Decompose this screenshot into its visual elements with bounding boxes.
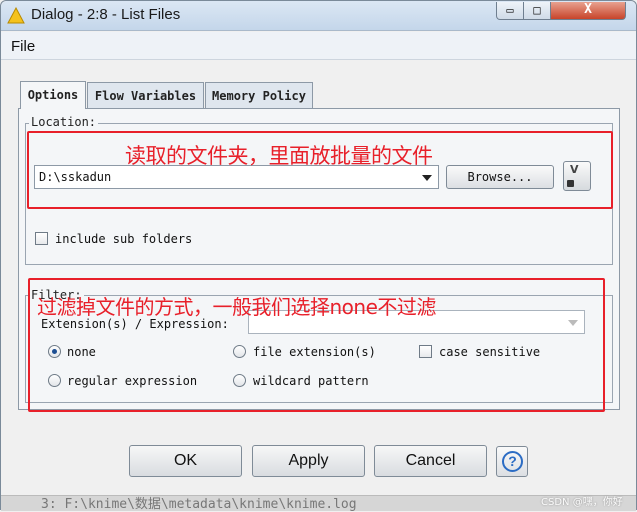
menu-file[interactable]: File xyxy=(11,38,35,55)
menu-bar: File xyxy=(1,32,636,60)
help-question-icon: ? xyxy=(502,451,523,472)
help-button[interactable]: ? xyxy=(496,446,528,477)
cancel-button[interactable]: Cancel xyxy=(374,445,487,477)
location-group-label: Location: xyxy=(29,115,99,129)
warning-triangle-icon xyxy=(7,7,25,24)
close-button[interactable]: X xyxy=(550,2,626,20)
title-bar[interactable]: Dialog - 2:8 - List Files ▭ □ X xyxy=(1,1,636,31)
tab-memory-policy[interactable]: Memory Policy xyxy=(205,82,313,108)
include-sub-folders-label: include sub folders xyxy=(55,232,193,246)
ok-button[interactable]: OK xyxy=(129,445,242,477)
include-sub-folders-checkbox[interactable] xyxy=(35,232,48,245)
tab-flow-variables[interactable]: Flow Variables xyxy=(87,82,204,108)
maximize-button[interactable]: □ xyxy=(523,2,551,20)
annotation-location-note: 读取的文件夹，里面放批量的文件 xyxy=(125,144,433,168)
minimize-button[interactable]: ▭ xyxy=(496,2,524,20)
window-title: Dialog - 2:8 - List Files xyxy=(31,6,181,23)
tab-options[interactable]: Options xyxy=(20,81,86,109)
annotation-filter-note: 过滤掉文件的方式，一般我们选择none不过滤 xyxy=(37,295,436,319)
watermark: CSDN @嘿，你好 xyxy=(541,497,623,508)
apply-button[interactable]: Apply xyxy=(252,445,365,477)
background-console-text: 3: F:\knime\数据\metadata\knime\knime.log xyxy=(41,497,357,512)
dialog-window: Dialog - 2:8 - List Files ▭ □ X File Opt… xyxy=(0,0,637,512)
